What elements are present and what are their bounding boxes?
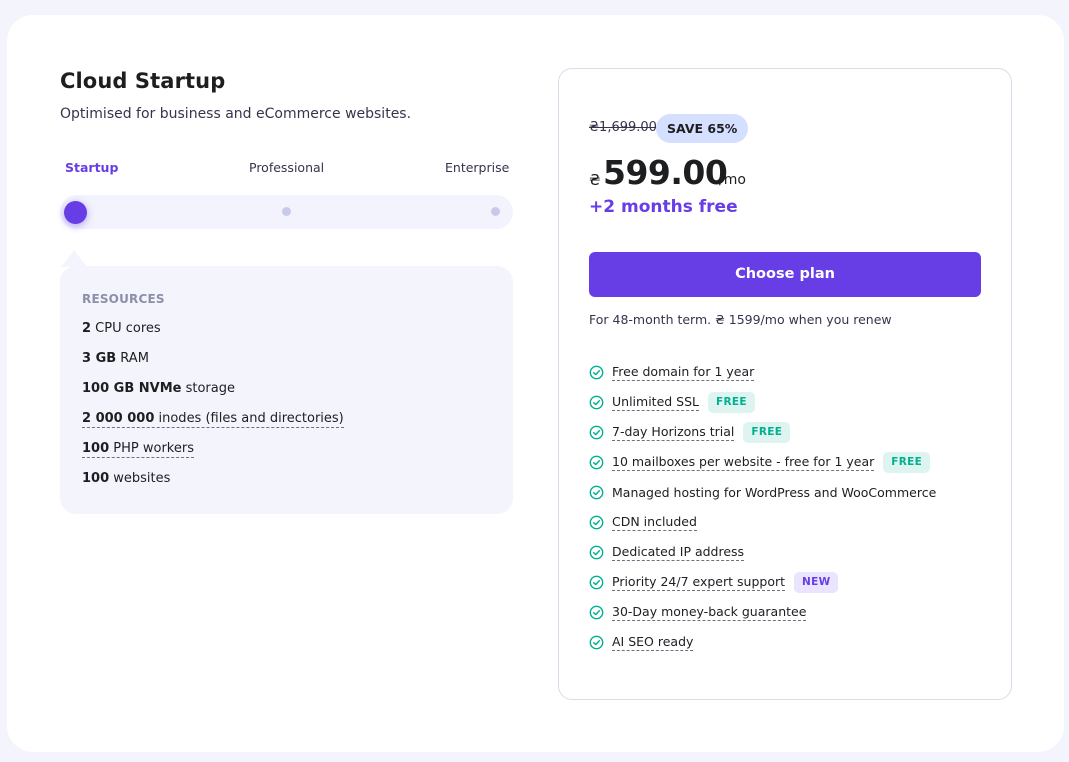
feature-text[interactable]: 7-day Horizons trial [612, 424, 735, 441]
feature-item: Dedicated IP address [589, 542, 745, 562]
feature-text[interactable]: Dedicated IP address [612, 544, 745, 561]
check-circle-icon [589, 365, 604, 379]
resource-cpu: 2 CPU cores [82, 321, 161, 336]
tier-professional[interactable]: Professional [249, 160, 324, 175]
feature-item: Unlimited SSL FREE [589, 391, 755, 413]
plan-title: Cloud Startup [60, 69, 226, 93]
resource-php-workers[interactable]: 100 PHP workers [82, 441, 194, 458]
feature-text[interactable]: CDN included [612, 514, 697, 531]
resources-pointer [61, 250, 87, 267]
feature-text[interactable]: Unlimited SSL [612, 394, 699, 411]
feature-item: 7-day Horizons trial FREE [589, 421, 791, 443]
tier-enterprise[interactable]: Enterprise [445, 160, 509, 175]
tier-slider-thumb[interactable] [64, 201, 87, 224]
check-circle-icon [589, 545, 604, 559]
free-badge: FREE [883, 451, 931, 473]
resource-inodes[interactable]: 2 000 000 inodes (files and directories) [82, 411, 344, 428]
feature-item: CDN included [589, 512, 697, 532]
check-circle-icon [589, 515, 604, 529]
save-badge: SAVE 65% [656, 114, 749, 143]
feature-text[interactable]: Free domain for 1 year [612, 364, 755, 381]
feature-text[interactable]: 10 mailboxes per website - free for 1 ye… [612, 454, 875, 471]
resource-ram: 3 GB RAM [82, 351, 149, 366]
feature-item: Free domain for 1 year [589, 362, 755, 382]
feature-item: 30-Day money-back guarantee [589, 602, 807, 622]
check-circle-icon [589, 425, 604, 439]
bonus-months: +2 months free [589, 197, 738, 217]
check-circle-icon [589, 395, 604, 409]
free-badge: FREE [743, 421, 791, 443]
free-badge: FREE [708, 391, 755, 413]
plan-subtitle: Optimised for business and eCommerce web… [60, 106, 412, 122]
check-circle-icon [589, 455, 604, 469]
old-price: ₴1,699.00 [589, 120, 657, 135]
currency-symbol: ₴ [589, 171, 601, 189]
price-period: /mo [719, 172, 746, 188]
price-amount: 599.00 [603, 153, 728, 192]
feature-text[interactable]: AI SEO ready [612, 634, 694, 651]
check-circle-icon [589, 635, 604, 649]
resource-storage: 100 GB NVMe storage [82, 381, 235, 396]
new-badge: NEW [794, 571, 839, 593]
choose-plan-button[interactable]: Choose plan [589, 252, 981, 297]
feature-text: Managed hosting for WordPress and WooCom… [612, 484, 937, 500]
feature-item: AI SEO ready [589, 632, 694, 652]
feature-text[interactable]: 30-Day money-back guarantee [612, 604, 807, 621]
tier-startup[interactable]: Startup [65, 160, 118, 175]
check-circle-icon [589, 485, 604, 499]
feature-item: Managed hosting for WordPress and WooCom… [589, 482, 936, 502]
resources-heading: RESOURCES [82, 292, 165, 306]
feature-item: 10 mailboxes per website - free for 1 ye… [589, 451, 931, 473]
check-circle-icon [589, 605, 604, 619]
tier-slider-stop-professional[interactable] [282, 207, 291, 216]
resource-websites: 100 websites [82, 471, 171, 486]
tier-slider-stop-enterprise[interactable] [491, 207, 500, 216]
check-circle-icon [589, 575, 604, 589]
renewal-note: For 48-month term. ₴ 1599/mo when you re… [589, 312, 892, 327]
feature-item: Priority 24/7 expert support NEW [589, 571, 839, 593]
feature-text[interactable]: Priority 24/7 expert support [612, 574, 786, 591]
